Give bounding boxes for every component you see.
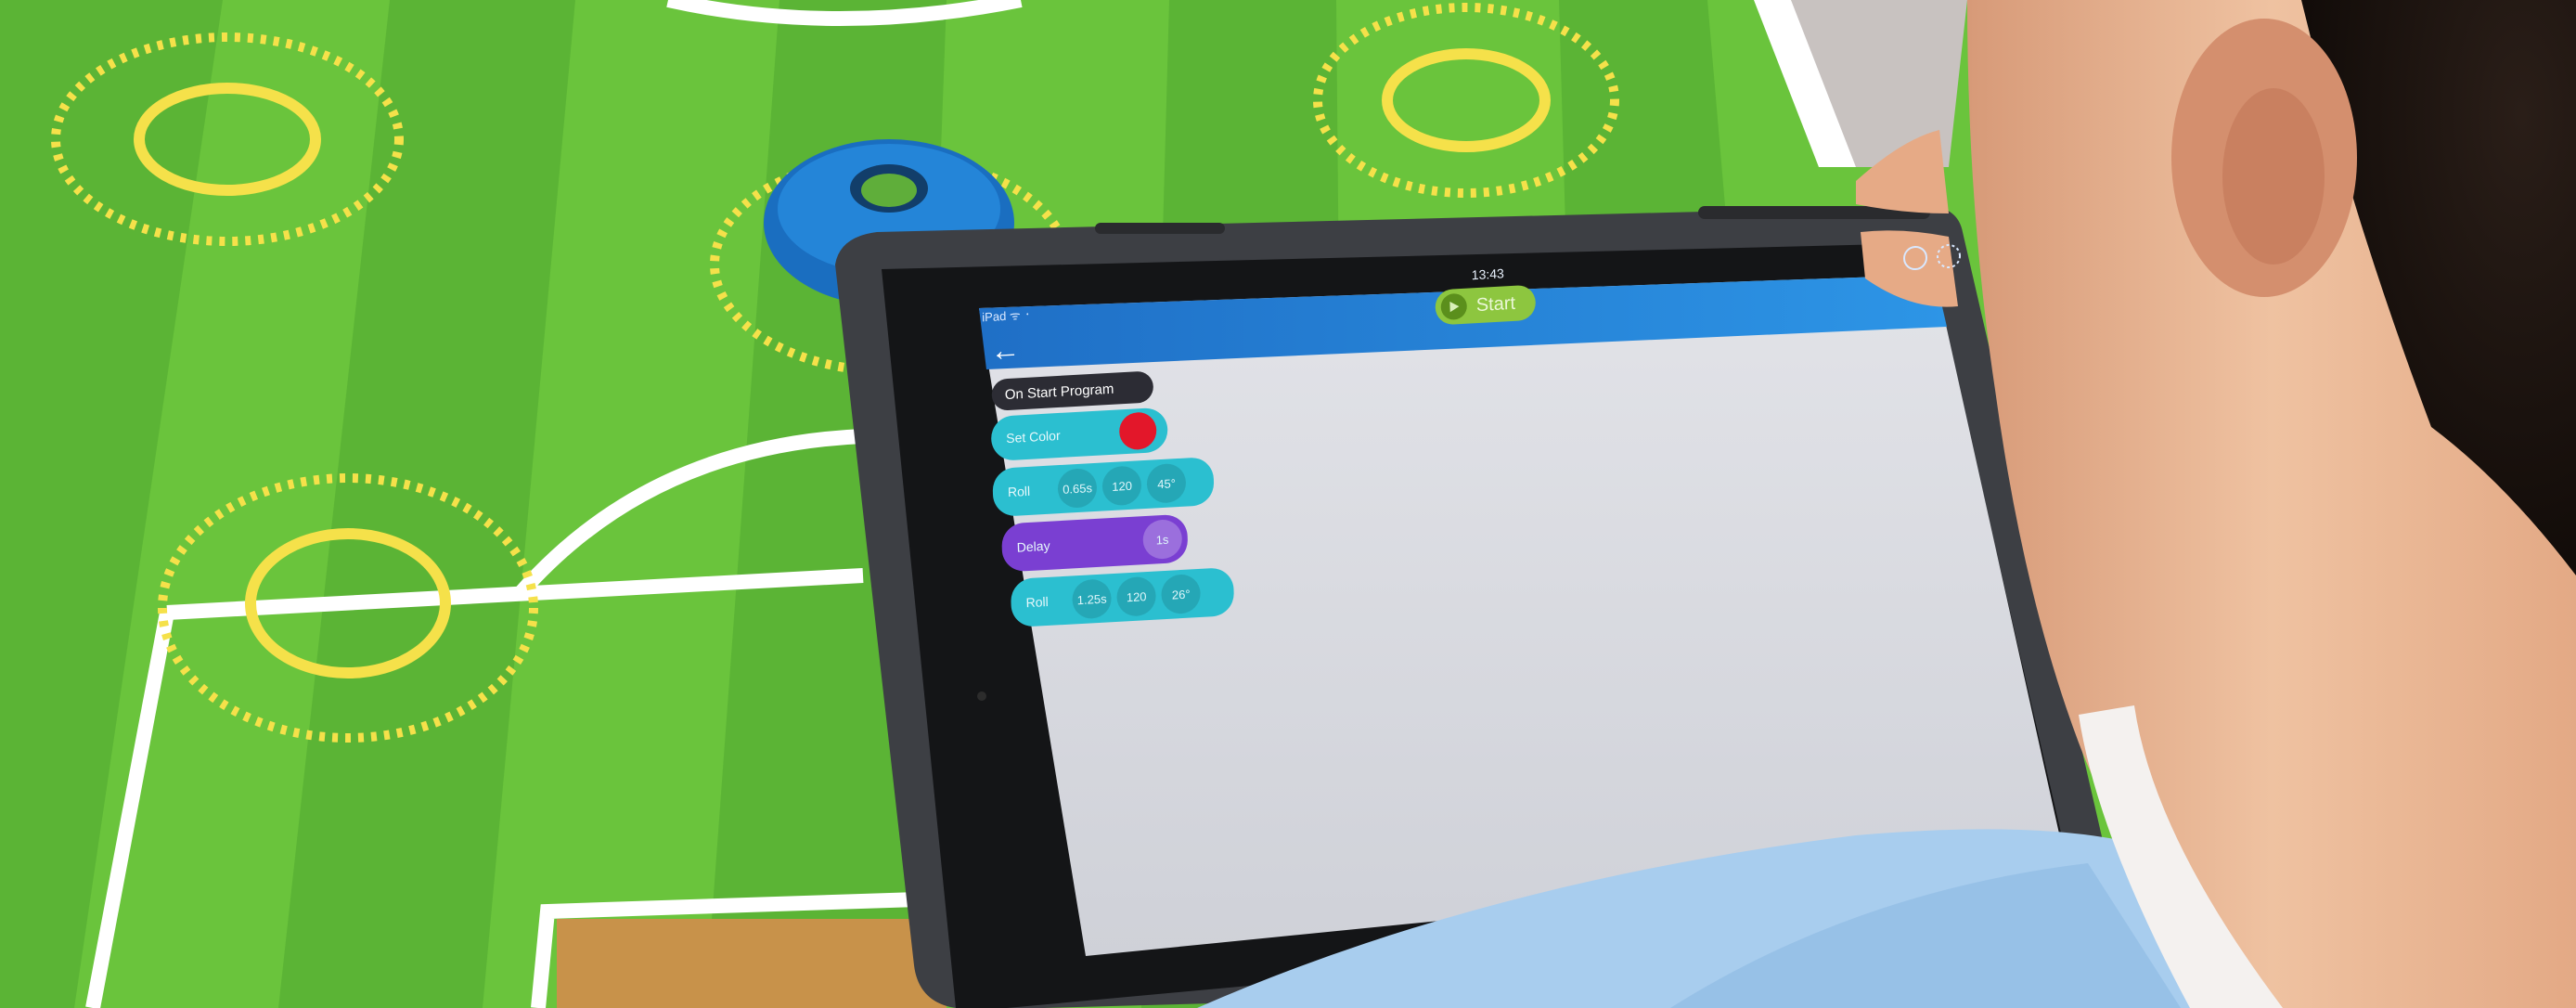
delay-label: Delay — [1016, 537, 1050, 555]
play-icon — [1440, 292, 1468, 321]
delay-duration[interactable]: 1s — [1141, 518, 1183, 561]
roll-2-heading[interactable]: 26° — [1161, 573, 1202, 615]
set-color-block[interactable]: Set Color — [990, 407, 1168, 462]
top-right-icons — [1898, 239, 1973, 279]
roll-block-2[interactable]: Roll 1.25s 120 26° — [1010, 566, 1235, 628]
set-color-label: Set Color — [1005, 427, 1061, 446]
on-start-program-label: On Start Program — [1004, 381, 1114, 403]
roll-1-speed[interactable]: 120 — [1101, 465, 1142, 507]
back-button[interactable]: ← — [989, 332, 1024, 368]
delay-block[interactable]: Delay 1s — [1000, 513, 1189, 573]
roll-label-2: Roll — [1025, 593, 1049, 611]
roll-2-duration[interactable]: 1.25s — [1072, 578, 1113, 620]
roll-2-speed[interactable]: 120 — [1116, 575, 1157, 617]
start-button[interactable]: Start — [1435, 284, 1537, 326]
tablet-app-screen: iPad ᯤ ᛫ 13:43 ← Start On Start Program … — [970, 218, 2086, 984]
arrow-left-icon: ← — [989, 332, 1021, 368]
status-device: iPad ᯤ ᛫ — [982, 307, 1032, 325]
status-time: 13:43 — [1471, 265, 1505, 283]
roll-block-1[interactable]: Roll 0.65s 120 45° — [992, 456, 1215, 518]
roll-label-1: Roll — [1007, 483, 1031, 500]
on-start-program-block[interactable]: On Start Program — [991, 370, 1154, 411]
roll-1-heading[interactable]: 45° — [1146, 462, 1187, 504]
start-button-label: Start — [1475, 292, 1516, 316]
color-swatch[interactable] — [1118, 411, 1157, 451]
brown-box — [557, 919, 947, 1008]
roll-1-duration[interactable]: 0.65s — [1057, 467, 1098, 510]
